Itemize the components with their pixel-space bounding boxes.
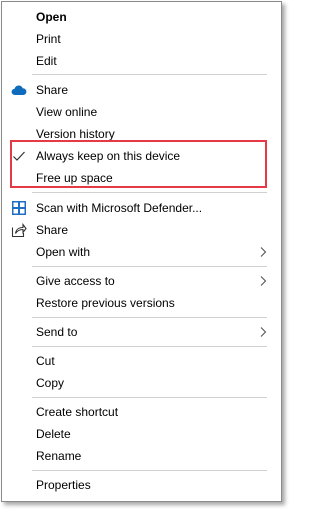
menu-separator: [32, 470, 267, 471]
share-icon: [11, 222, 27, 238]
highlight-box: [10, 140, 267, 188]
menu-item-rename[interactable]: Rename: [2, 445, 281, 467]
menu-item-label: Edit: [36, 54, 57, 68]
menu-item-print[interactable]: Print: [2, 28, 281, 50]
menu-item-edit[interactable]: Edit: [2, 50, 281, 72]
menu-separator: [32, 192, 267, 193]
menu-item-give-access[interactable]: Give access to: [2, 270, 281, 292]
menu-item-scan-defender[interactable]: Scan with Microsoft Defender...: [2, 197, 281, 219]
menu-item-label: Scan with Microsoft Defender...: [36, 201, 203, 215]
context-menu: Open Print Edit Share View online Versio…: [1, 1, 282, 502]
menu-item-label: Share: [36, 223, 69, 237]
menu-item-cut[interactable]: Cut: [2, 350, 281, 372]
menu-item-label: Copy: [36, 376, 65, 390]
menu-separator: [32, 317, 267, 318]
chevron-right-icon: [260, 247, 267, 257]
menu-item-delete[interactable]: Delete: [2, 423, 281, 445]
menu-separator: [32, 266, 267, 267]
chevron-right-icon: [260, 327, 267, 337]
menu-item-open-with[interactable]: Open with: [2, 241, 281, 263]
menu-item-send-to[interactable]: Send to: [2, 321, 281, 343]
menu-item-open[interactable]: Open: [2, 6, 281, 28]
shield-icon: [12, 201, 26, 215]
menu-item-copy[interactable]: Copy: [2, 372, 281, 394]
menu-item-label: Share: [36, 83, 69, 97]
menu-item-label: Cut: [36, 354, 55, 368]
menu-item-label: Print: [36, 32, 61, 46]
menu-item-onedrive-share[interactable]: Share: [2, 79, 281, 101]
menu-item-view-online[interactable]: View online: [2, 101, 281, 123]
menu-item-properties[interactable]: Properties: [2, 474, 281, 496]
cloud-icon: [11, 85, 27, 95]
menu-item-label: Create shortcut: [36, 405, 119, 419]
menu-item-label: Give access to: [36, 274, 115, 288]
menu-separator: [32, 346, 267, 347]
menu-item-label: Properties: [36, 478, 91, 492]
menu-item-label: Delete: [36, 427, 71, 441]
menu-item-restore-versions[interactable]: Restore previous versions: [2, 292, 281, 314]
chevron-right-icon: [260, 276, 267, 286]
menu-item-create-shortcut[interactable]: Create shortcut: [2, 401, 281, 423]
menu-item-share[interactable]: Share: [2, 219, 281, 241]
menu-item-label: Open: [36, 10, 67, 24]
menu-separator: [32, 397, 267, 398]
menu-item-label: Rename: [36, 449, 82, 463]
menu-item-label: Send to: [36, 325, 78, 339]
menu-separator: [32, 74, 267, 75]
menu-item-label: View online: [36, 105, 98, 119]
menu-item-label: Restore previous versions: [36, 296, 175, 310]
menu-item-label: Open with: [36, 245, 91, 259]
